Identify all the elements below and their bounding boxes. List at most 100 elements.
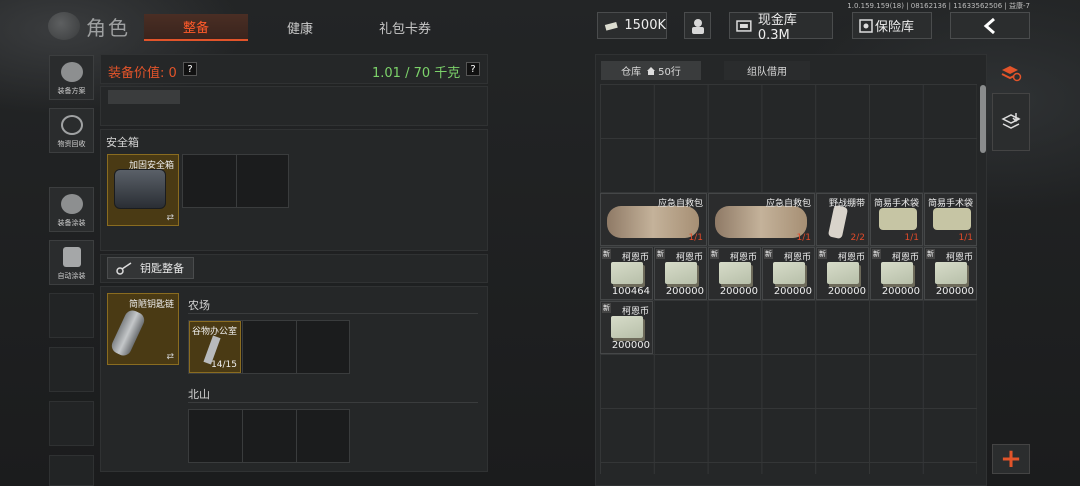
- north-label: 北山: [188, 388, 210, 401]
- safe-box-icon: [114, 169, 166, 209]
- warehouse-item-bandage[interactable]: 野战绷带 2/2: [816, 193, 869, 246]
- sort-layers-button[interactable]: [992, 54, 1030, 92]
- item-count: 1/1: [958, 233, 973, 243]
- item-name: 野战绷带: [828, 199, 865, 209]
- item-name: 应急自救包: [657, 199, 703, 209]
- equipment-slot-placeholder: [108, 90, 180, 104]
- sidebar-item-recycle[interactable]: 物资回收: [49, 108, 94, 153]
- north-key-grid[interactable]: [188, 409, 350, 463]
- tab-gift-cards[interactable]: 礼包卡券: [350, 14, 460, 41]
- item-name: 柯恩币: [621, 307, 649, 317]
- warehouse-item-pouch[interactable]: 简易手术袋 1/1: [870, 193, 923, 246]
- item-amount: 200000: [665, 286, 704, 297]
- item-amount: 200000: [881, 286, 920, 297]
- warehouse-item-cash[interactable]: 新 柯恩币 200000: [600, 301, 653, 354]
- tab-warehouse[interactable]: 仓库 50行: [601, 61, 701, 80]
- banknote-icon: [935, 262, 967, 284]
- back-button[interactable]: [950, 12, 1030, 39]
- warehouse-item-cash[interactable]: 新 柯恩币 200000: [870, 247, 923, 300]
- cash-box-icon: [736, 19, 752, 32]
- key-icon: [116, 262, 132, 275]
- sidebar-empty-slot: [49, 455, 94, 486]
- warehouse-item-medkit[interactable]: 应急自救包 1/1: [708, 193, 815, 246]
- warehouse-scrollbar[interactable]: [980, 85, 986, 153]
- grain-office-key[interactable]: 谷物办公室 14/15: [189, 321, 241, 373]
- keychain-item-name: 简陋钥匙链: [128, 300, 174, 310]
- deposit-layers-button[interactable]: [992, 93, 1030, 151]
- cash-storage-button[interactable]: 现金库 0.3M: [729, 12, 833, 43]
- item-name: 柯恩币: [621, 253, 649, 263]
- new-badge: 新: [818, 249, 827, 259]
- operator-button[interactable]: [684, 12, 711, 39]
- safe-box-item[interactable]: 加固安全箱 ⇄: [107, 154, 179, 226]
- safe-box-section-label: 安全箱: [106, 136, 139, 149]
- item-amount: 200000: [719, 286, 758, 297]
- sidebar-label: 装备方案: [57, 87, 86, 95]
- vault-button[interactable]: 保险库: [852, 12, 932, 39]
- keychain-icon: [109, 307, 147, 359]
- tab-warehouse-label: 仓库: [621, 67, 642, 78]
- sidebar-item-auto-paint[interactable]: 自动涂装: [49, 240, 94, 285]
- value-help-button[interactable]: ?: [183, 62, 197, 76]
- tab-team-borrow[interactable]: 组队借用: [724, 61, 810, 80]
- stack-download-icon: [1001, 113, 1021, 129]
- warehouse-item-cash[interactable]: 新 柯恩币 100464: [600, 247, 653, 300]
- bandage-icon: [827, 204, 849, 240]
- banknote-icon: [827, 262, 859, 284]
- sidebar-empty-slot: [49, 347, 94, 392]
- banknote-icon: [604, 21, 618, 31]
- key-count: 14/15: [211, 360, 237, 370]
- keys-button[interactable]: 钥匙整备: [107, 257, 194, 279]
- safe-box-grid[interactable]: [182, 154, 289, 208]
- item-name: 柯恩币: [837, 253, 865, 263]
- vault-label: 保险库: [875, 20, 915, 35]
- banknote-icon: [611, 262, 643, 284]
- item-count: 1/1: [688, 233, 703, 243]
- weight-readout: 1.01 / 70 千克: [372, 66, 461, 81]
- equipment-value: 装备价值: 0: [108, 66, 177, 81]
- item-name: 简易手术袋: [873, 199, 919, 209]
- keys-button-label: 钥匙整备: [140, 262, 184, 275]
- sidebar-item-paint[interactable]: 装备涂装: [49, 187, 94, 232]
- item-name: 柯恩币: [783, 253, 811, 263]
- chevron-left-icon: [983, 17, 995, 34]
- paint-helmet-icon: [60, 194, 83, 214]
- swap-icon: ⇄: [166, 352, 174, 362]
- item-count: 2/2: [850, 233, 865, 243]
- weight-help-button[interactable]: ?: [466, 62, 480, 76]
- add-button[interactable]: +: [992, 444, 1030, 474]
- tab-health[interactable]: 健康: [250, 14, 350, 41]
- new-badge: 新: [710, 249, 719, 259]
- item-name: 应急自救包: [765, 199, 811, 209]
- globe-logo-icon: [48, 12, 80, 40]
- sidebar-label: 装备涂装: [57, 219, 86, 227]
- warehouse-item-medkit[interactable]: 应急自救包 1/1: [600, 193, 707, 246]
- home-icon: [647, 66, 656, 75]
- warehouse-item-pouch[interactable]: 简易手术袋 1/1: [924, 193, 977, 246]
- item-name: 简易手术袋: [927, 199, 973, 209]
- farm-label: 农场: [188, 299, 210, 312]
- medkit-icon: [607, 206, 699, 238]
- page-title: 角色: [86, 16, 130, 40]
- item-count: 1/1: [796, 233, 811, 243]
- currency-amount: 1500K: [624, 18, 666, 33]
- warehouse-item-cash[interactable]: 新 柯恩币 200000: [762, 247, 815, 300]
- banknote-icon: [773, 262, 805, 284]
- warehouse-item-cash[interactable]: 新 柯恩币 200000: [924, 247, 977, 300]
- item-count: 1/1: [904, 233, 919, 243]
- vault-icon: [859, 18, 873, 33]
- tab-gear[interactable]: 整备: [144, 14, 248, 41]
- warehouse-rows: 50行: [658, 67, 681, 78]
- item-amount: 100464: [611, 286, 650, 297]
- item-amount: 200000: [611, 340, 650, 351]
- warehouse-item-cash[interactable]: 新 柯恩币 200000: [708, 247, 761, 300]
- currency-button[interactable]: 1500K: [597, 12, 667, 39]
- keychain-item[interactable]: 简陋钥匙链 ⇄: [107, 293, 179, 365]
- sidebar-item-gear-plan[interactable]: 装备方案: [49, 55, 94, 100]
- warehouse-item-cash[interactable]: 新 柯恩币 200000: [654, 247, 707, 300]
- item-name: 柯恩币: [729, 253, 757, 263]
- operator-icon: [691, 18, 704, 34]
- warehouse-item-cash[interactable]: 新 柯恩币 200000: [816, 247, 869, 300]
- helmet-gear-icon: [60, 62, 83, 82]
- stack-sort-icon: [1001, 66, 1022, 82]
